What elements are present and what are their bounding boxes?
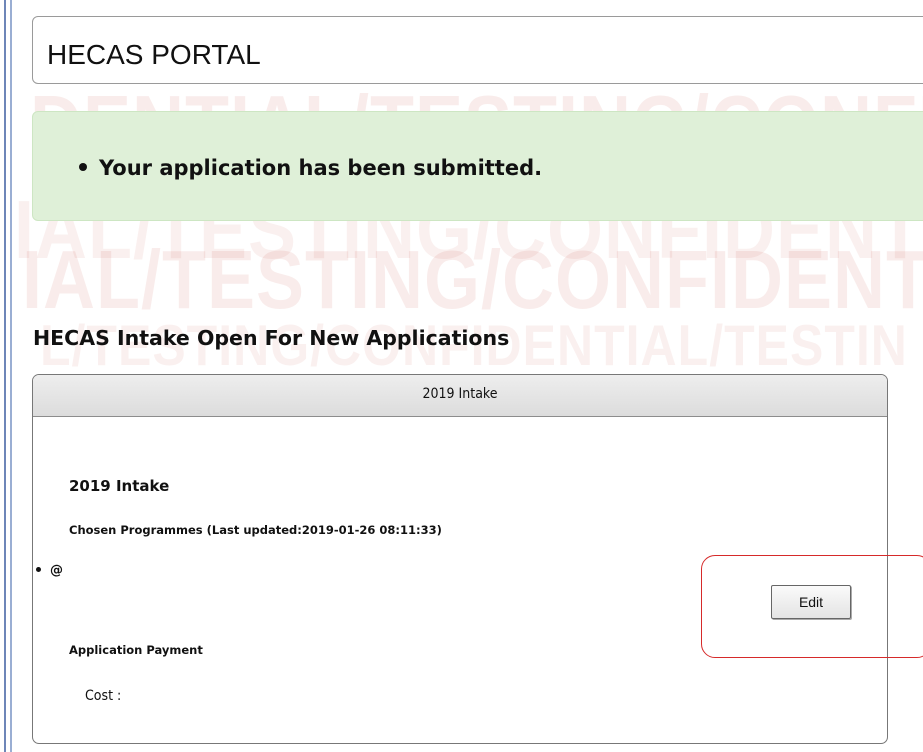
bullet-icon [79, 163, 87, 171]
success-message-text: Your application has been submitted. [99, 156, 543, 180]
programme-name: @ [50, 563, 63, 578]
edit-highlight-annotation [701, 555, 923, 658]
intake-panel-title: 2019 Intake [422, 386, 498, 402]
success-alert: Your application has been submitted. [32, 111, 923, 221]
left-border-line-inner [10, 0, 12, 752]
portal-header: HECAS PORTAL [32, 16, 923, 84]
intake-panel-header: 2019 Intake [33, 375, 887, 417]
application-payment-label: Application Payment [69, 643, 203, 657]
success-message: Your application has been submitted. [79, 156, 542, 180]
programme-list-item: @ [36, 563, 63, 578]
chosen-programmes-label: Chosen Programmes (Last updated:2019-01-… [69, 523, 442, 537]
cost-label: Cost : [85, 688, 122, 704]
section-heading: HECAS Intake Open For New Applications [33, 326, 510, 350]
left-border-line [4, 0, 6, 752]
intake-subtitle: 2019 Intake [69, 477, 170, 495]
bullet-icon [36, 567, 41, 572]
portal-title: HECAS PORTAL [47, 39, 261, 70]
